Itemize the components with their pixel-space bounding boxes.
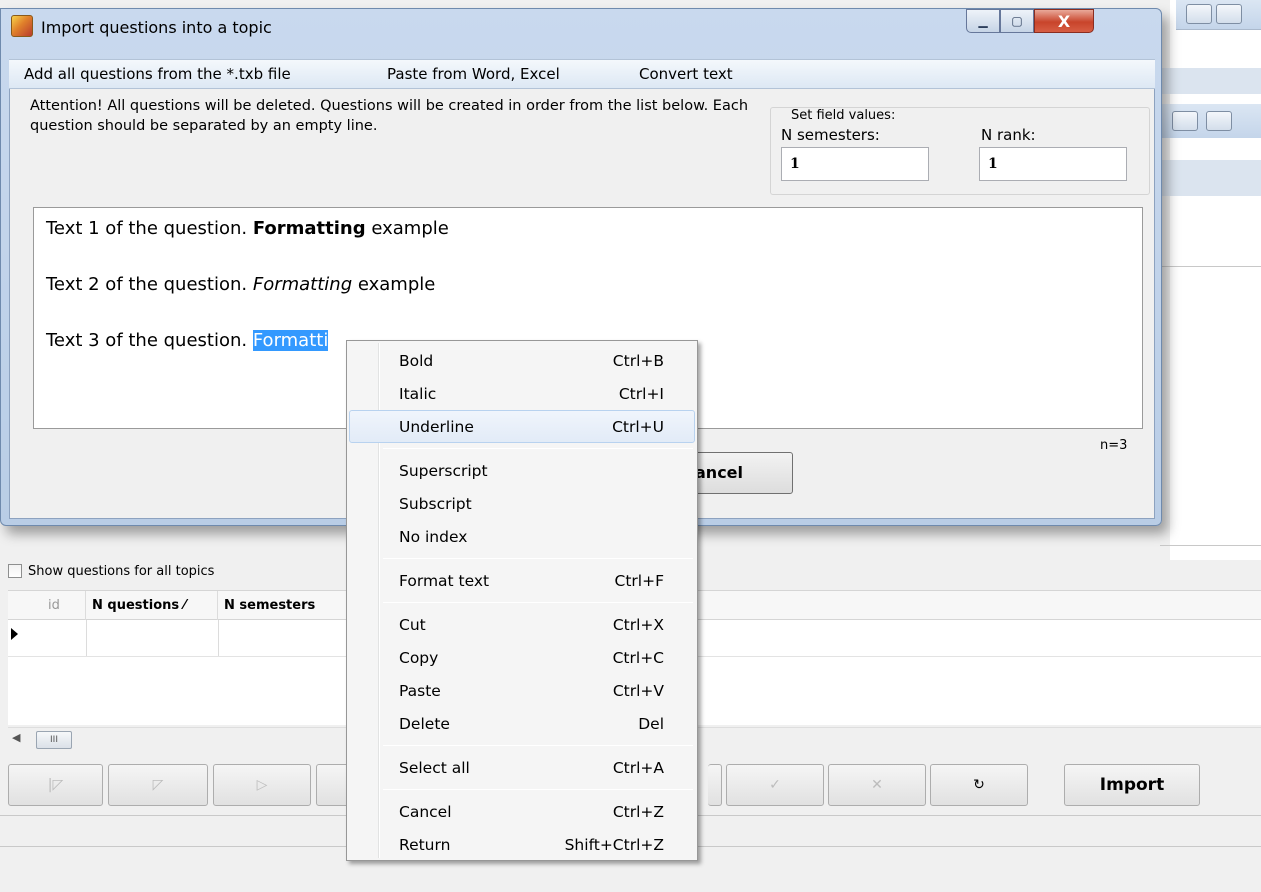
attention-text: Attention! All questions will be deleted… [30, 98, 749, 134]
scroll-thumb[interactable]: III [36, 731, 72, 749]
child-window-controls [1162, 104, 1261, 138]
prior-record-button[interactable]: ◸ [108, 764, 208, 806]
rank-input[interactable]: 1 [979, 147, 1127, 181]
minimize-button[interactable]: ▁ [966, 9, 1000, 33]
question-line: Text 1 of the question. Formatting examp… [46, 218, 449, 239]
menu-paste-from-word[interactable]: Paste from Word, Excel [387, 65, 560, 83]
maximize-button[interactable]: ▢ [1000, 9, 1034, 33]
cancel-record-icon: ✕ [871, 777, 883, 793]
close-icon: X [1057, 11, 1071, 31]
refresh-button[interactable]: ↻ [930, 764, 1028, 806]
maximize-icon: ▢ [1011, 14, 1023, 28]
main-maximize-button[interactable] [1216, 4, 1242, 24]
dialog-cancel-button[interactable]: ancel [690, 452, 793, 494]
menu-separator [383, 789, 693, 790]
menu-item-underline[interactable]: Underline Ctrl+U [349, 410, 695, 443]
first-record-button[interactable]: |◸ [8, 764, 103, 806]
first-icon: |◸ [47, 777, 64, 793]
rank-label: N rank: [981, 126, 1036, 144]
field-values-group: Set field values: N semesters: 1 N rank:… [770, 107, 1150, 195]
question-line: Text 2 of the question. Formatting examp… [46, 274, 436, 295]
menu-item-delete[interactable]: Delete Del [349, 707, 695, 740]
close-button[interactable]: X [1034, 9, 1094, 33]
menu-item-cut[interactable]: Cut Ctrl+X [349, 608, 695, 641]
import-button[interactable]: Import [1064, 764, 1200, 806]
menu-item-bold[interactable]: Bold Ctrl+B [349, 344, 695, 377]
format-context-menu: Bold Ctrl+B Italic Ctrl+I Underline Ctrl+U … [346, 340, 698, 861]
next-icon: ▷ [256, 777, 268, 793]
bold-text: Formatting [252, 218, 366, 239]
window-buttons: ▁ ▢ X [966, 9, 1094, 35]
cancel-record-button[interactable]: ✕ [828, 764, 926, 806]
menu-item-select-all[interactable]: Select all Ctrl+A [349, 751, 695, 784]
minimize-icon: ▁ [978, 14, 988, 28]
column-header-n-semesters[interactable]: N semesters [218, 591, 358, 620]
child-maximize-button[interactable] [1206, 111, 1232, 131]
menu-separator [383, 745, 693, 746]
semesters-label: N semesters: [781, 126, 880, 144]
cell-border [218, 620, 219, 656]
refresh-icon: ↻ [973, 777, 985, 793]
menu-separator [383, 602, 693, 603]
prior-icon: ◸ [152, 777, 164, 793]
main-window-controls [1176, 0, 1261, 30]
next-record-button[interactable]: ▷ [213, 764, 311, 806]
menu-item-superscript[interactable]: Superscript [349, 454, 695, 487]
post-icon: ✓ [769, 777, 781, 793]
menu-separator [383, 558, 693, 559]
menu-item-paste[interactable]: Paste Ctrl+V [349, 674, 695, 707]
scroll-left-icon[interactable]: ◀ [12, 731, 20, 744]
dialog-title-bar[interactable]: Import questions into a topic ▁ ▢ X [1, 9, 1161, 49]
question-line: Text 3 of the question. Formatti [46, 330, 329, 351]
menu-item-cancel[interactable]: Cancel Ctrl+Z [349, 795, 695, 828]
main-toolbar-band [1160, 68, 1261, 94]
dialog-menu-bar: Add all questions from the *.txb file Pa… [9, 59, 1155, 89]
divider [1160, 545, 1261, 546]
menu-item-copy[interactable]: Copy Ctrl+C [349, 641, 695, 674]
column-header-n-questions[interactable]: N questions ⁄ [86, 591, 218, 620]
app-icon [11, 15, 33, 37]
dialog-title: Import questions into a topic [41, 18, 272, 37]
menu-add-from-txb[interactable]: Add all questions from the *.txb file [24, 65, 291, 83]
insert-record-button[interactable] [708, 764, 722, 806]
italic-text: Formatting [252, 274, 353, 295]
semesters-input[interactable]: 1 [781, 147, 929, 181]
menu-item-no-index[interactable]: No index [349, 520, 695, 553]
menu-convert-text[interactable]: Convert text [639, 65, 733, 83]
post-record-button[interactable]: ✓ [726, 764, 824, 806]
menu-item-subscript[interactable]: Subscript [349, 487, 695, 520]
show-all-topics-label: Show questions for all topics [28, 563, 215, 579]
selected-text: Formatti [252, 330, 329, 351]
menu-item-format-text[interactable]: Format text Ctrl+F [349, 564, 695, 597]
child-minimize-button[interactable] [1172, 111, 1198, 131]
question-count: n=3 [1100, 438, 1128, 453]
divider [1160, 266, 1261, 267]
field-values-legend: Set field values: [791, 108, 896, 123]
menu-item-italic[interactable]: Italic Ctrl+I [349, 377, 695, 410]
main-minimize-button[interactable] [1186, 4, 1212, 24]
menu-separator [383, 448, 693, 449]
show-all-topics-checkbox[interactable] [8, 564, 22, 578]
current-row-indicator [11, 628, 18, 640]
child-header-band [1160, 160, 1261, 196]
menu-item-return[interactable]: Return Shift+Ctrl+Z [349, 828, 695, 861]
cell-border [86, 620, 87, 656]
show-all-topics-row[interactable]: Show questions for all topics [8, 560, 348, 582]
column-header-id[interactable]: id [8, 591, 86, 620]
